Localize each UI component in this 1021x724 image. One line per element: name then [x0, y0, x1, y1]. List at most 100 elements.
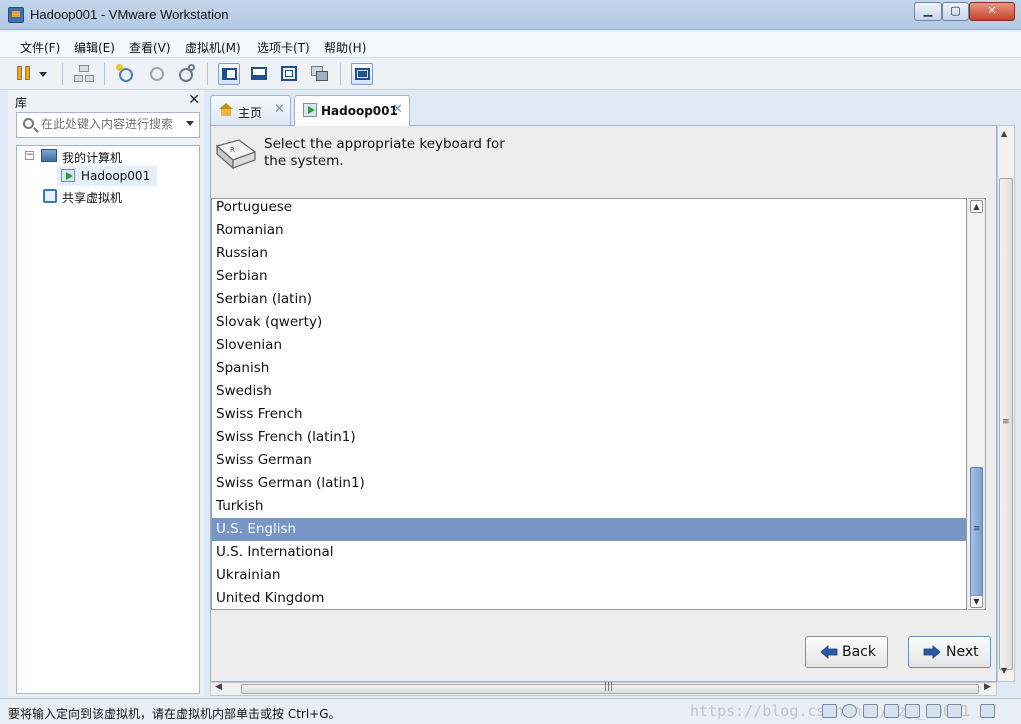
close-window-button[interactable]: ✕ [969, 2, 1015, 21]
tree-item-label: 共享虚拟机 [62, 191, 123, 205]
revert-snapshot-icon[interactable] [146, 63, 168, 85]
keyboard-option[interactable]: Swiss German [212, 449, 966, 472]
usb-icon[interactable] [905, 704, 920, 718]
chevron-down-icon[interactable] [36, 63, 50, 85]
vm-icon [303, 103, 317, 117]
tree-item-label: 我的计算机 [62, 151, 123, 165]
next-button[interactable]: Next [908, 636, 991, 668]
display-icon[interactable] [980, 704, 995, 718]
keyboard-option[interactable]: Portuguese [212, 199, 966, 219]
close-icon[interactable]: ✕ [274, 102, 285, 117]
pause-icon[interactable] [14, 63, 36, 85]
search-icon [23, 118, 34, 129]
unity-icon[interactable] [308, 63, 330, 85]
scroll-down-icon[interactable]: ▼ [1001, 666, 1007, 675]
hard-disk-icon[interactable] [822, 704, 837, 718]
scroll-thumb[interactable]: ≡ [970, 467, 983, 597]
library-tree: − 我的计算机 Hadoop001 共享虚拟机 [16, 145, 200, 694]
snapshot-icon[interactable] [115, 63, 137, 85]
network-adapter-icon[interactable] [884, 704, 899, 718]
toolbar-divider [104, 63, 105, 85]
status-bar: 要将输入定向到该虚拟机，请在虚拟机内部单击或按 Ctrl+G。 https://… [0, 698, 1021, 724]
close-icon[interactable]: ✕ [392, 102, 403, 117]
scroll-right-icon[interactable]: ▶ [984, 682, 991, 692]
menu-vm[interactable]: 虚拟机(M) [185, 39, 241, 56]
keyboard-option[interactable]: United Kingdom [212, 587, 966, 609]
tab-hadoop001[interactable]: Hadoop001 ✕ [294, 95, 410, 126]
keyboard-option[interactable]: Swiss French [212, 403, 966, 426]
tree-item-label: Hadoop001 [81, 169, 151, 183]
console-view-icon[interactable] [351, 63, 373, 85]
keyboard-list[interactable]: Portuguese Romanian Russian Serbian Serbian … [211, 198, 967, 610]
keyboard-icon: R [215, 139, 257, 170]
fullscreen-icon[interactable] [278, 63, 300, 85]
menu-file[interactable]: 文件(F) [20, 39, 60, 56]
tab-label: Hadoop001 [321, 104, 398, 118]
home-icon [219, 103, 233, 116]
library-search-input[interactable] [41, 117, 179, 131]
tree-item-shared-vms[interactable]: 共享虚拟机 [17, 186, 199, 206]
maximize-button[interactable]: ▢ [942, 2, 969, 21]
keyboard-option[interactable]: U.S. English [212, 518, 966, 541]
horizontal-scrollbar[interactable]: ◀ ||| ▶ [210, 682, 997, 696]
svg-text:R: R [230, 146, 235, 154]
keyboard-option[interactable]: Spanish [212, 357, 966, 380]
title-bar: Hadoop001 - VMware Workstation ▁ ▢ ✕ [0, 0, 1021, 30]
keyboard-option[interactable]: Serbian (latin) [212, 288, 966, 311]
next-button-label: Next [946, 644, 979, 660]
arrow-right-icon [923, 645, 941, 659]
vm-console[interactable]: R Select the appropriate keyboard for th… [210, 125, 997, 682]
menu-help[interactable]: 帮助(H) [324, 39, 366, 56]
minimize-button[interactable]: ▁ [914, 2, 942, 21]
cd-dvd-icon[interactable] [842, 704, 857, 718]
status-message: 要将输入定向到该虚拟机，请在虚拟机内部单击或按 Ctrl+G。 [8, 707, 341, 721]
library-search[interactable] [16, 112, 200, 138]
show-library-icon[interactable] [218, 63, 240, 85]
keyboard-option[interactable]: Ukrainian [212, 564, 966, 587]
shared-vm-icon [43, 189, 57, 203]
keyboard-option[interactable]: Slovenian [212, 334, 966, 357]
network-icon[interactable] [73, 63, 95, 85]
collapse-icon[interactable]: − [25, 151, 34, 160]
installer-prompt: Select the appropriate keyboard for the … [264, 136, 505, 169]
scroll-thumb[interactable]: ≡ [999, 178, 1013, 670]
library-pane: 库 ✕ − 我的计算机 Hadoop001 共享虚拟机 [8, 90, 204, 696]
back-button-label: Back [842, 644, 876, 660]
thumbnail-bar-icon[interactable] [248, 63, 270, 85]
chevron-down-icon[interactable] [186, 121, 194, 126]
arrow-left-icon [820, 645, 838, 659]
keyboard-option[interactable]: Swedish [212, 380, 966, 403]
menu-tabs[interactable]: 选项卡(T) [257, 39, 310, 56]
keyboard-option[interactable]: Swiss German (latin1) [212, 472, 966, 495]
floppy-icon[interactable] [863, 704, 878, 718]
menu-bar: 文件(F) 编辑(E) 查看(V) 虚拟机(M) 选项卡(T) 帮助(H) [0, 31, 1021, 58]
keyboard-option[interactable]: Turkish [212, 495, 966, 518]
snapshot-manager-icon[interactable] [176, 63, 198, 85]
keyboard-option[interactable]: Russian [212, 242, 966, 265]
tree-item-hadoop001[interactable]: Hadoop001 [57, 166, 157, 186]
library-header: 库 ✕ [8, 90, 204, 112]
printer-icon[interactable] [947, 704, 962, 718]
keyboard-option[interactable]: U.S. International [212, 541, 966, 564]
back-button[interactable]: Back [805, 636, 888, 668]
tab-home[interactable]: 主页 ✕ [210, 95, 291, 125]
menu-edit[interactable]: 编辑(E) [74, 39, 115, 56]
keyboard-option[interactable]: Serbian [212, 265, 966, 288]
toolbar [0, 58, 1021, 90]
tree-item-my-computer[interactable]: − 我的计算机 [17, 146, 199, 166]
scroll-up-icon[interactable]: ▲ [970, 200, 983, 213]
scroll-down-icon[interactable]: ▼ [970, 595, 983, 608]
keyboard-option[interactable]: Swiss French (latin1) [212, 426, 966, 449]
sound-icon[interactable] [926, 704, 941, 718]
library-close-button[interactable]: ✕ [188, 92, 200, 108]
scroll-thumb[interactable]: ||| [241, 682, 979, 694]
keyboard-option[interactable]: Slovak (qwerty) [212, 311, 966, 334]
scroll-left-icon[interactable]: ◀ [215, 682, 222, 692]
scroll-up-icon[interactable]: ▲ [1001, 129, 1007, 138]
tab-label: 主页 [238, 106, 263, 120]
toolbar-divider [340, 63, 341, 85]
menu-view[interactable]: 查看(V) [129, 39, 171, 56]
keyboard-list-scrollbar[interactable]: ▲ ≡ ▼ [968, 198, 986, 610]
vertical-scrollbar[interactable]: ▲ ≡ ▼ [997, 125, 1015, 682]
keyboard-option[interactable]: Romanian [212, 219, 966, 242]
